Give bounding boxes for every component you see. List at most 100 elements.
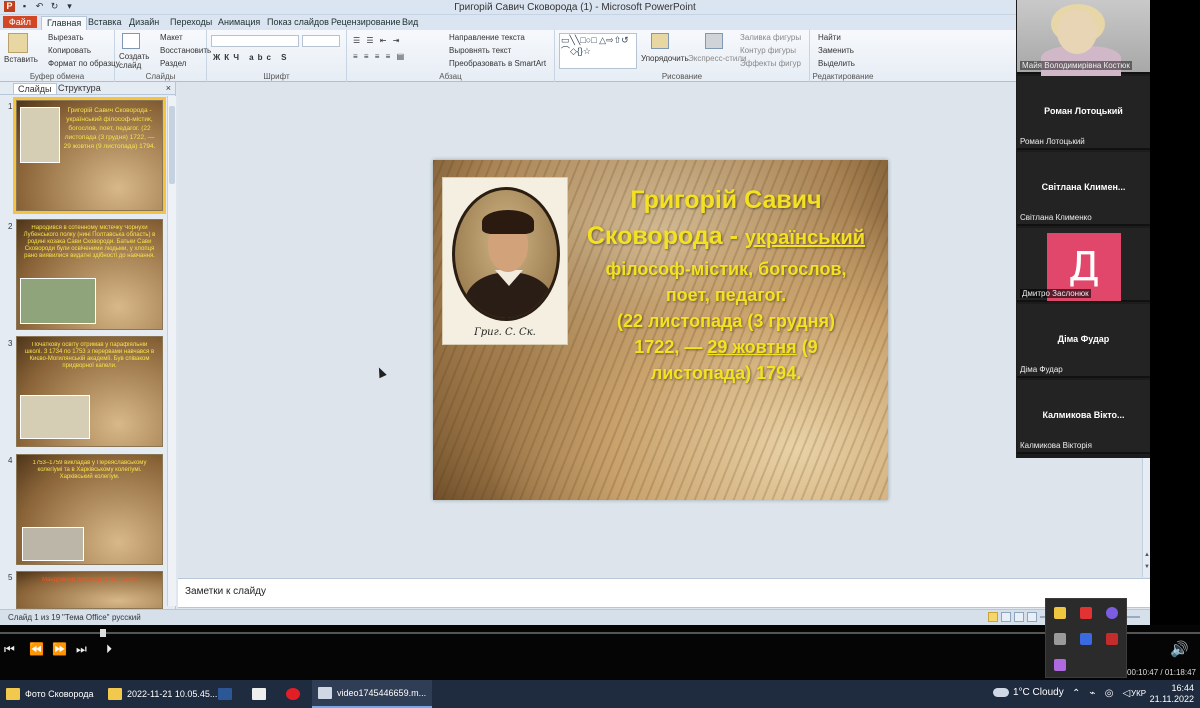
prev-slide-icon[interactable]: ▲ — [1143, 552, 1150, 558]
monitor-icon[interactable] — [1054, 633, 1066, 645]
taskbar-item-folder[interactable]: 2022-11-21 10.05.45... — [104, 680, 221, 708]
slide-thumbnail-1[interactable]: Григорій Савич Сковорода - український ф… — [13, 97, 166, 214]
participant-tile[interactable]: Світлана Климен... Світлана Клименко — [1017, 152, 1150, 226]
input-language[interactable]: УКР — [1131, 689, 1146, 698]
system-icons[interactable]: ⌃ ⌁ ◎ ◁ — [1072, 688, 1133, 699]
reset-button[interactable]: Восстановить — [160, 46, 211, 55]
paste-button[interactable]: Вставить — [4, 55, 38, 64]
section-button[interactable]: Раздел — [160, 59, 186, 68]
ribbon-tabs: Файл Главная Вставка Дизайн Переходы Ани… — [0, 15, 1150, 31]
portrait-hair — [482, 210, 534, 234]
notes-pane[interactable]: Заметки к слайду — [178, 578, 1150, 608]
group-editing: Найти Заменить Выделить Редактирование — [810, 30, 876, 82]
seek-bar[interactable] — [0, 629, 1200, 637]
group-label: Рисование — [661, 72, 703, 81]
next-slide-icon[interactable]: ▼ — [1143, 564, 1150, 570]
new-slide-icon[interactable] — [122, 33, 140, 49]
slide-thumbnail-2[interactable]: Народився в сотенному містечку Чорнухи Л… — [16, 219, 163, 330]
current-slide[interactable]: Григ. С. Ск. Григорій Савич Сковорода - … — [433, 160, 888, 500]
cut-button[interactable]: Вырезать — [48, 33, 84, 42]
font-name-combo[interactable] — [211, 35, 299, 47]
align-text-button[interactable]: Выровнять текст — [449, 46, 511, 55]
participant-tile[interactable]: Д Дмитро Заслонюк — [1017, 228, 1150, 302]
quick-styles-button[interactable]: Экспресс-стили — [688, 54, 747, 63]
quick-styles-icon[interactable] — [705, 33, 723, 49]
participant-tile[interactable]: Калмикова Вікто... Калмикова Вікторія — [1017, 380, 1150, 454]
font-size-combo[interactable] — [302, 35, 340, 47]
group-label: Слайды — [145, 72, 176, 81]
reading-view-icon[interactable] — [1014, 612, 1024, 622]
find-button[interactable]: Найти — [818, 33, 841, 42]
scroll-thumb[interactable] — [169, 106, 175, 184]
group-label: Редактирование — [812, 72, 874, 81]
tab-slides[interactable]: Слайды — [13, 83, 57, 94]
shield-icon[interactable] — [1054, 607, 1066, 619]
taskbar-item-word[interactable] — [214, 680, 236, 708]
participant-tile[interactable]: Діма Фудар Діма Фудар — [1017, 304, 1150, 378]
bluetooth-icon[interactable] — [1080, 633, 1092, 645]
close-icon[interactable]: × — [166, 83, 171, 93]
shape-fill-button[interactable]: Заливка фигуры — [740, 33, 801, 42]
pen-icon[interactable] — [1054, 659, 1066, 671]
tab-review[interactable]: Рецензирование — [326, 16, 406, 28]
text-direction-button[interactable]: Направление текста — [449, 33, 525, 42]
smartart-button[interactable]: Преобразовать в SmartArt — [449, 59, 546, 68]
slideshow-view-icon[interactable] — [1027, 612, 1037, 622]
skip-end-icon[interactable]: ⏭ — [76, 642, 87, 657]
tab-file[interactable]: Файл — [3, 16, 37, 28]
skip-start-icon[interactable]: ⏮ — [4, 642, 15, 657]
list-buttons[interactable]: ☰ ☰ ⇤ ⇥ — [353, 36, 401, 45]
tab-insert[interactable]: Вставка — [83, 16, 126, 28]
replace-button[interactable]: Заменить — [818, 46, 854, 55]
copy-button[interactable]: Копировать — [48, 46, 91, 55]
tab-transitions[interactable]: Переходы — [165, 16, 217, 28]
shape-effects-button[interactable]: Эффекты фигур — [740, 59, 801, 68]
app-icon[interactable] — [1106, 607, 1118, 619]
select-button[interactable]: Выделить — [818, 59, 855, 68]
arrange-button[interactable]: Упорядочить — [641, 54, 689, 63]
participant-name: Дмитро Заслонюк — [1020, 289, 1091, 298]
align-buttons[interactable]: ≡ ≡ ≡ ≡ ▤ — [353, 52, 406, 61]
antivirus-icon[interactable] — [1106, 633, 1118, 645]
paste-icon[interactable] — [8, 33, 28, 53]
slide-line4: поет, педагог. — [665, 285, 787, 305]
tab-view[interactable]: Вид — [397, 16, 423, 28]
weather-widget[interactable]: 1°C Cloudy — [993, 687, 1064, 698]
font-format-buttons[interactable]: ЖКЧ abc S — [213, 53, 291, 62]
taskbar-item-opera[interactable] — [282, 680, 304, 708]
layout-button[interactable]: Макет — [160, 33, 183, 42]
clock[interactable]: 16:44 21.11.2022 — [1150, 683, 1194, 705]
slide-title-text[interactable]: Григорій Савич Сковорода - український ф… — [576, 182, 876, 386]
status-language[interactable]: русский — [112, 613, 141, 622]
participant-tile[interactable]: Майя Володимирівна Костюк — [1017, 0, 1150, 76]
shapes-gallery[interactable]: ▭╲╲□○□ △⇨⇧↺ ⌒◇{}☆ — [559, 33, 637, 69]
shape-outline-button[interactable]: Контур фигуры — [740, 46, 796, 55]
sorter-view-icon[interactable] — [1001, 612, 1011, 622]
play-icon[interactable]: ⏵ — [106, 642, 112, 657]
slide-thumbnail-5[interactable]: Мандрівний філософ (1769–1794) — [16, 571, 163, 609]
tab-design[interactable]: Дизайн — [124, 16, 164, 28]
tab-slideshow[interactable]: Показ слайдов — [262, 16, 334, 28]
tab-animation[interactable]: Анимация — [213, 16, 265, 28]
tab-home[interactable]: Главная — [41, 16, 88, 31]
participant-center-name: Діма Фудар — [1057, 334, 1110, 344]
slide-thumbnail-3[interactable]: Початкову освіту отримав у парафіяльній … — [16, 336, 163, 447]
format-painter-button[interactable]: Формат по образцу — [48, 59, 120, 68]
arrange-icon[interactable] — [651, 33, 669, 49]
participant-center-name: Калмикова Вікто... — [1042, 410, 1125, 420]
tab-outline[interactable]: Структура — [58, 83, 101, 93]
panel-scrollbar[interactable] — [167, 96, 176, 606]
slide-thumbnail-4[interactable]: 1753–1759 викладав у Переяславському кол… — [16, 454, 163, 565]
rewind-icon[interactable]: ⏪ — [29, 642, 44, 656]
participant-tile[interactable]: Роман Лотоцький Роман Лотоцький — [1017, 76, 1150, 150]
participant-name: Калмикова Вікторія — [1020, 441, 1092, 450]
normal-view-icon[interactable] — [988, 612, 998, 622]
new-slide-button[interactable]: Создать слайд — [119, 52, 149, 70]
recorder-icon[interactable] — [1080, 607, 1092, 619]
taskbar-item-photo[interactable]: Фото Сковорода — [0, 680, 99, 708]
taskbar-item-video[interactable]: video1745446659.m... — [312, 680, 433, 708]
volume-icon[interactable]: 🔊 — [1170, 640, 1189, 658]
fast-forward-icon[interactable]: ⏩ — [52, 642, 67, 656]
taskbar-item-app[interactable] — [248, 680, 270, 708]
seek-knob[interactable] — [100, 629, 106, 637]
